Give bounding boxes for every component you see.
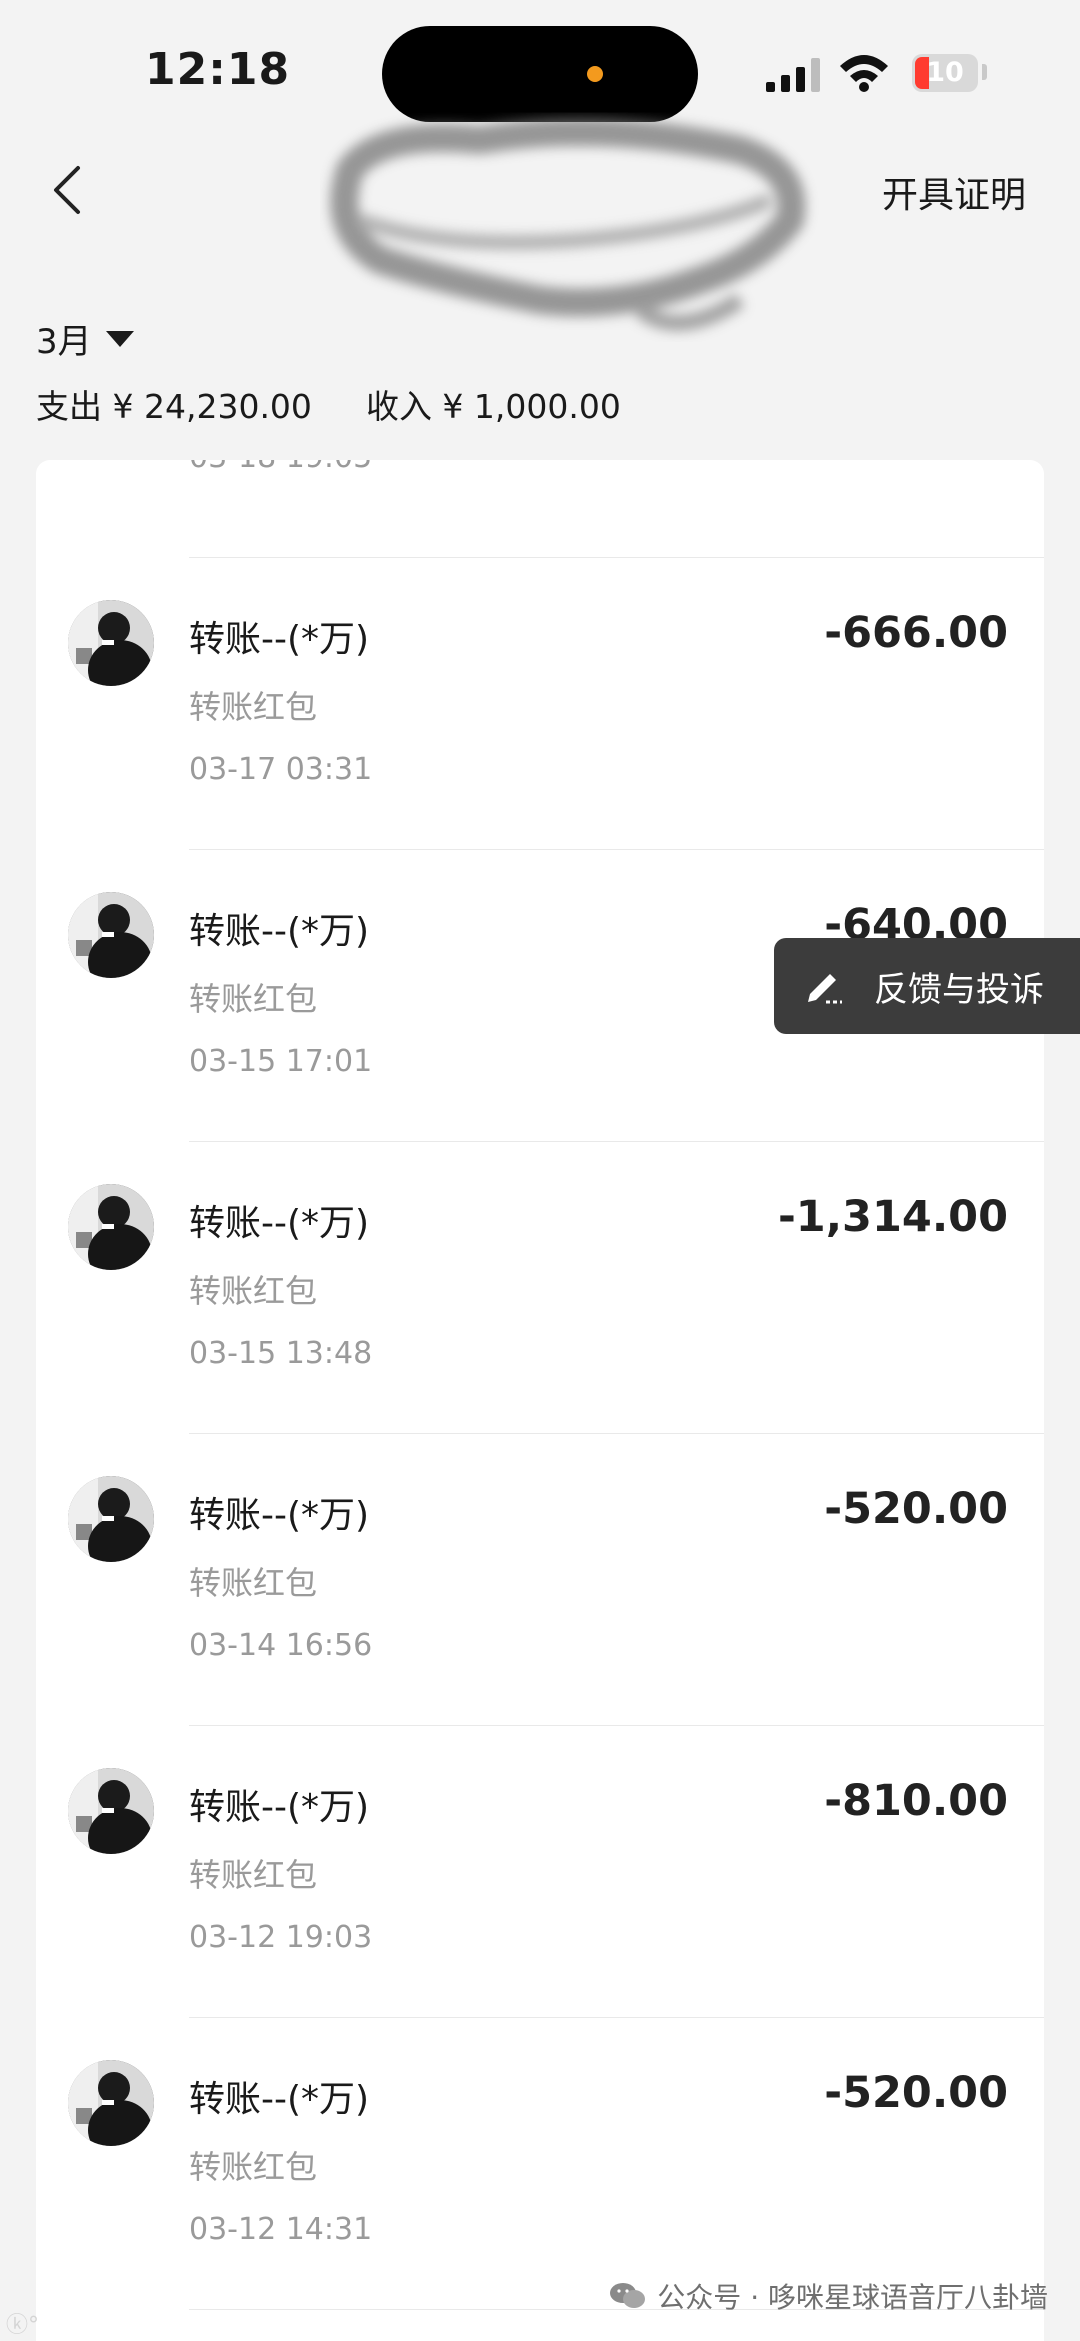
month-label: 3月 (36, 322, 92, 362)
transaction-time: 03-15 17:01 (189, 1044, 373, 1079)
redacted-scribble (330, 118, 806, 331)
transaction-time: 03-17 03:31 (189, 752, 373, 787)
transaction-title: 转账--(*万) (189, 1787, 370, 1828)
transaction-list: 03-18 19:05 转账--(*万) 转账红包 03-17 03:31 -666.… (36, 460, 1044, 2341)
transaction-type: 转账红包 (189, 2148, 318, 2186)
avatar (68, 2060, 154, 2146)
transaction-type: 转账红包 (189, 980, 318, 1018)
transaction-title: 转账--(*万) (189, 911, 370, 952)
watermark-left-text: 大数据观 (43, 2311, 140, 2339)
transaction-amount: -520.00 (824, 1484, 1008, 1534)
back-button[interactable] (40, 160, 100, 220)
issue-certificate-button[interactable]: 开具证明 (882, 166, 1026, 218)
avatar-image (68, 2060, 154, 2146)
month-selector[interactable]: 3月 (36, 314, 134, 363)
privacy-indicator-dot (587, 66, 603, 82)
transaction-row[interactable]: 转账--(*万) 转账红包 03-12 14:31 -520.00 (36, 2018, 1044, 2310)
battery-icon: 10 (912, 54, 978, 92)
avatar-image (68, 1476, 154, 1562)
transaction-type: 转账红包 (189, 1564, 318, 1602)
watermark-logo-icon: ⓚ° (6, 2312, 40, 2338)
avatar-image (68, 600, 154, 686)
transaction-time: 03-15 13:48 (189, 1336, 373, 1371)
transaction-time: 03-12 19:03 (189, 1920, 373, 1955)
status-time: 12:18 (145, 44, 291, 95)
transaction-time: 03-14 16:56 (189, 1628, 373, 1663)
transaction-amount: -520.00 (824, 2068, 1008, 2118)
transaction-time: 03-18 19:05 (189, 460, 372, 475)
transaction-amount: -666.00 (824, 608, 1008, 658)
edit-pencil-icon (808, 974, 842, 1004)
transaction-row[interactable]: 转账--(*万) 转账红包 03-14 16:56 -520.00 (36, 1434, 1044, 1726)
dynamic-island (382, 26, 698, 122)
battery-cap (982, 64, 987, 80)
watermark-left: ⓚ° 大数据观 (6, 2305, 139, 2340)
avatar (68, 1768, 154, 1854)
transaction-row[interactable]: 转账--(*万) 转账红包 03-12 19:03 -810.00 (36, 1726, 1044, 2018)
transaction-title: 转账--(*万) (189, 2079, 370, 2120)
app-screen: 12:18 10 开具证明 3月 支出 ¥ 24,230.00 收入 ¥ 1,0… (0, 0, 1080, 2341)
income-total: 收入 ¥ 1,000.00 (365, 387, 621, 426)
monthly-summary: 支出 ¥ 24,230.00 收入 ¥ 1,000.00 (36, 380, 621, 428)
watermark-right-text: 公众号 · 哆咪星球语音厅八卦墙 (657, 2281, 1048, 2314)
wechat-icon (610, 2283, 646, 2308)
transaction-amount: -1,314.00 (777, 1192, 1008, 1242)
caret-down-icon (105, 330, 134, 347)
avatar (68, 600, 154, 686)
avatar (68, 892, 154, 978)
chevron-left-icon (54, 166, 80, 214)
transaction-type: 转账红包 (189, 1856, 318, 1894)
expense-total: 支出 ¥ 24,230.00 (36, 387, 312, 426)
battery-percent: 10 (926, 57, 964, 88)
transaction-type: 转账红包 (189, 1272, 318, 1310)
transaction-title: 转账--(*万) (189, 1203, 370, 1244)
feedback-button[interactable]: 反馈与投诉 (774, 938, 1080, 1034)
transaction-row[interactable]: 转账--(*万) 转账红包 03-15 13:48 -1,314.00 (36, 1142, 1044, 1434)
transaction-time: 03-12 14:31 (189, 2212, 373, 2247)
transaction-title: 转账--(*万) (189, 1495, 370, 1536)
avatar-image (68, 892, 154, 978)
transaction-row[interactable]: 转账--(*万) 转账红包 03-17 03:31 -666.00 (36, 558, 1044, 850)
feedback-label: 反馈与投诉 (874, 969, 1044, 1010)
wifi-icon (840, 55, 888, 92)
list-item-partial[interactable]: 03-18 19:05 (36, 460, 1044, 558)
transaction-list-inner: 03-18 19:05 转账--(*万) 转账红包 03-17 03:31 -666.… (36, 460, 1044, 2310)
avatar (68, 1476, 154, 1562)
watermark-right: 公众号 · 哆咪星球语音厅八卦墙 (609, 2276, 1048, 2316)
cellular-signal-icon (766, 58, 820, 92)
avatar-image (68, 1184, 154, 1270)
transaction-type: 转账红包 (189, 688, 318, 726)
avatar (68, 1184, 154, 1270)
transaction-amount: -810.00 (824, 1776, 1008, 1826)
avatar-image (68, 1768, 154, 1854)
transaction-title: 转账--(*万) (189, 619, 370, 660)
